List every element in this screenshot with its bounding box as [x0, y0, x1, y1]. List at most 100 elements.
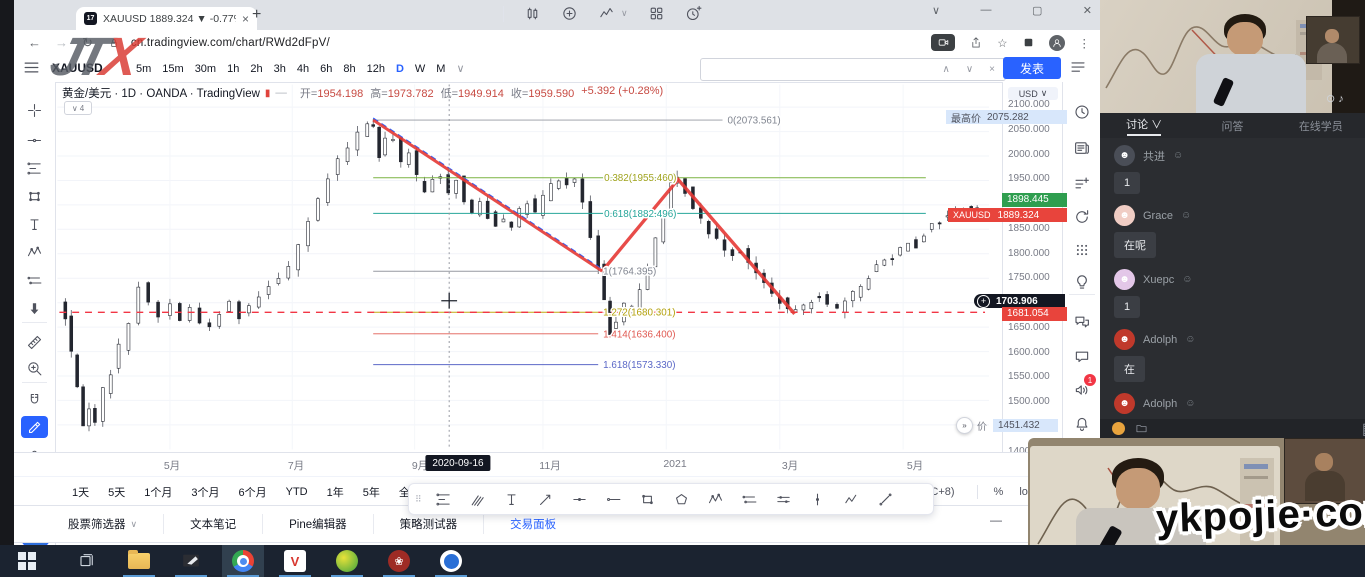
bottom-tab[interactable]: 交易面板	[484, 514, 582, 534]
task-view-button[interactable]	[66, 545, 108, 577]
url-text[interactable]: cn.tradingview.com/chart/RWd2dFpV/	[131, 37, 330, 49]
chrome-browser[interactable]	[222, 545, 264, 577]
forward-icon[interactable]: →	[55, 35, 68, 50]
chat-tab[interactable]: 问答	[1188, 118, 1276, 134]
range-1个月[interactable]: 1个月	[144, 484, 172, 500]
timeframe-6h[interactable]: 6h	[320, 63, 332, 75]
chat-input-row[interactable]: ▤	[1100, 419, 1365, 438]
webcam-video-top[interactable]: ⊙ ♪	[1100, 0, 1365, 113]
menu-dots-icon[interactable]: ⋮	[1079, 36, 1091, 50]
news-icon[interactable]	[1070, 136, 1094, 160]
timeframe-2h[interactable]: 2h	[250, 63, 262, 75]
timeframe-1h[interactable]: 1h	[227, 63, 239, 75]
trend-angle-icon[interactable]	[871, 487, 901, 511]
file-explorer[interactable]	[118, 545, 160, 577]
screen-capture-icon[interactable]	[931, 34, 955, 51]
xabcd-pattern-icon[interactable]	[701, 487, 731, 511]
trend-line-icon[interactable]	[565, 487, 595, 511]
drag-handle-icon[interactable]: ⠿	[415, 494, 423, 505]
zigzag-icon[interactable]	[837, 487, 867, 511]
range-5年[interactable]: 5年	[363, 484, 380, 500]
qa-chat-icon[interactable]	[1070, 310, 1094, 334]
rectangle-icon[interactable]	[633, 487, 663, 511]
layout-grid-icon[interactable]	[648, 5, 665, 22]
disjoint-channel-icon[interactable]	[769, 487, 799, 511]
collapse-dash-icon[interactable]: —	[275, 87, 287, 99]
indicators-chevron-icon[interactable]: ∨	[621, 8, 628, 19]
bottom-tab[interactable]: Pine编辑器	[263, 514, 374, 534]
profile-avatar[interactable]	[1049, 35, 1065, 51]
publish-button[interactable]: 发表	[1003, 57, 1061, 79]
trading-app-red[interactable]: V	[274, 545, 316, 577]
floating-drawing-toolbar[interactable]: ⠿	[408, 483, 934, 515]
polygon-icon[interactable]	[667, 487, 697, 511]
back-icon[interactable]: ←	[28, 35, 41, 50]
range-3个月[interactable]: 3个月	[191, 484, 219, 500]
down-icon[interactable]: ∨	[966, 64, 973, 75]
screenshot-app[interactable]	[170, 545, 212, 577]
currency-dropdown[interactable]: USD∨	[1008, 87, 1058, 100]
timeframe-4h[interactable]: 4h	[297, 63, 309, 75]
chart-legend[interactable]: 黄金/美元 · 1D · OANDA · TradingView ▮ — 开=1…	[62, 85, 663, 101]
green-sphere-app[interactable]	[326, 545, 368, 577]
chat-icon[interactable]	[1070, 345, 1094, 369]
bottom-tab[interactable]: 策略测试器	[374, 514, 485, 534]
hamburger-menu-icon[interactable]	[22, 58, 46, 82]
price-chart[interactable]: 0(2073.561)0.382(1955.460)0.618(1882.496…	[14, 82, 1062, 452]
text-notes-icon[interactable]	[1070, 172, 1094, 196]
emoji-icon[interactable]	[1112, 422, 1125, 435]
pitchfork-icon[interactable]	[463, 487, 493, 511]
compare-icon[interactable]	[561, 5, 578, 22]
clear-icon[interactable]: ×	[989, 64, 995, 75]
tab-search-icon[interactable]: ∨	[932, 4, 940, 17]
up-icon[interactable]: ∧	[943, 64, 950, 75]
alerts-clock-icon[interactable]	[1070, 100, 1094, 124]
symbol-button[interactable]: XAUUSD	[52, 61, 103, 75]
blue-circle-app[interactable]	[430, 545, 472, 577]
calendar-icon[interactable]	[1070, 238, 1094, 262]
mic-control-icon[interactable]: ⊙ ♪	[1326, 92, 1344, 105]
bottom-tab[interactable]: 文本笔记	[164, 514, 263, 534]
browser-tab[interactable]: 17 XAUUSD 1889.324 ▼ -0.77% ×	[76, 7, 257, 30]
time-axis[interactable]: 5月7月9月11月20213月5月2020-09-16	[14, 452, 1062, 477]
new-tab-button[interactable]: +	[252, 6, 261, 24]
range-YTD[interactable]: YTD	[286, 486, 308, 498]
indicators-icon[interactable]	[598, 5, 615, 22]
chat-tab[interactable]: 讨论 ∨	[1100, 116, 1188, 136]
timeframe-30m[interactable]: 30m	[195, 63, 216, 75]
timeframe-W[interactable]: W	[415, 63, 425, 75]
bottom-tab[interactable]: 股票筛选器 ∨	[42, 514, 164, 534]
minimize-icon[interactable]: —	[981, 4, 992, 17]
ray-icon[interactable]	[599, 487, 629, 511]
legend-collapse-chip[interactable]: ∨4	[64, 101, 92, 115]
share-icon[interactable]	[969, 36, 983, 50]
maximize-icon[interactable]: ▢	[1032, 4, 1042, 17]
timeframe-8h[interactable]: 8h	[343, 63, 355, 75]
timeframe-D[interactable]: D	[396, 63, 404, 75]
close-icon[interactable]: ✕	[1083, 4, 1092, 17]
chat-tab[interactable]: 在线学员	[1277, 118, 1365, 134]
timeframe-5m[interactable]: 5m	[136, 63, 151, 75]
range-5天[interactable]: 5天	[108, 484, 125, 500]
timeframe-M[interactable]: M	[436, 63, 445, 75]
parallel-channel-icon[interactable]	[735, 487, 765, 511]
timeframe-12h[interactable]: 12h	[367, 63, 385, 75]
tab-close-icon[interactable]: ×	[242, 12, 249, 26]
hotlists-icon[interactable]	[1070, 205, 1094, 229]
arrow-icon[interactable]	[531, 487, 561, 511]
timeframe-15m[interactable]: 15m	[162, 63, 183, 75]
alert-add-icon[interactable]	[685, 5, 702, 22]
notifications-bell-icon[interactable]	[1070, 412, 1094, 436]
range-6个月[interactable]: 6个月	[239, 484, 267, 500]
watchlist-icon[interactable]	[1069, 58, 1093, 82]
folder-icon[interactable]	[1135, 422, 1148, 435]
candles-style-icon[interactable]	[524, 5, 541, 22]
publish-input[interactable]: ∧ ∨ ×	[700, 58, 1006, 81]
panel-minimize-icon[interactable]: —	[990, 513, 1002, 527]
start-button[interactable]	[6, 545, 48, 577]
timeframe-3h[interactable]: 3h	[274, 63, 286, 75]
percent-scale-button[interactable]: %	[994, 486, 1004, 498]
maroon-app[interactable]: ❀	[378, 545, 420, 577]
refresh-icon[interactable]: ↻	[82, 35, 93, 51]
text-icon[interactable]	[497, 487, 527, 511]
